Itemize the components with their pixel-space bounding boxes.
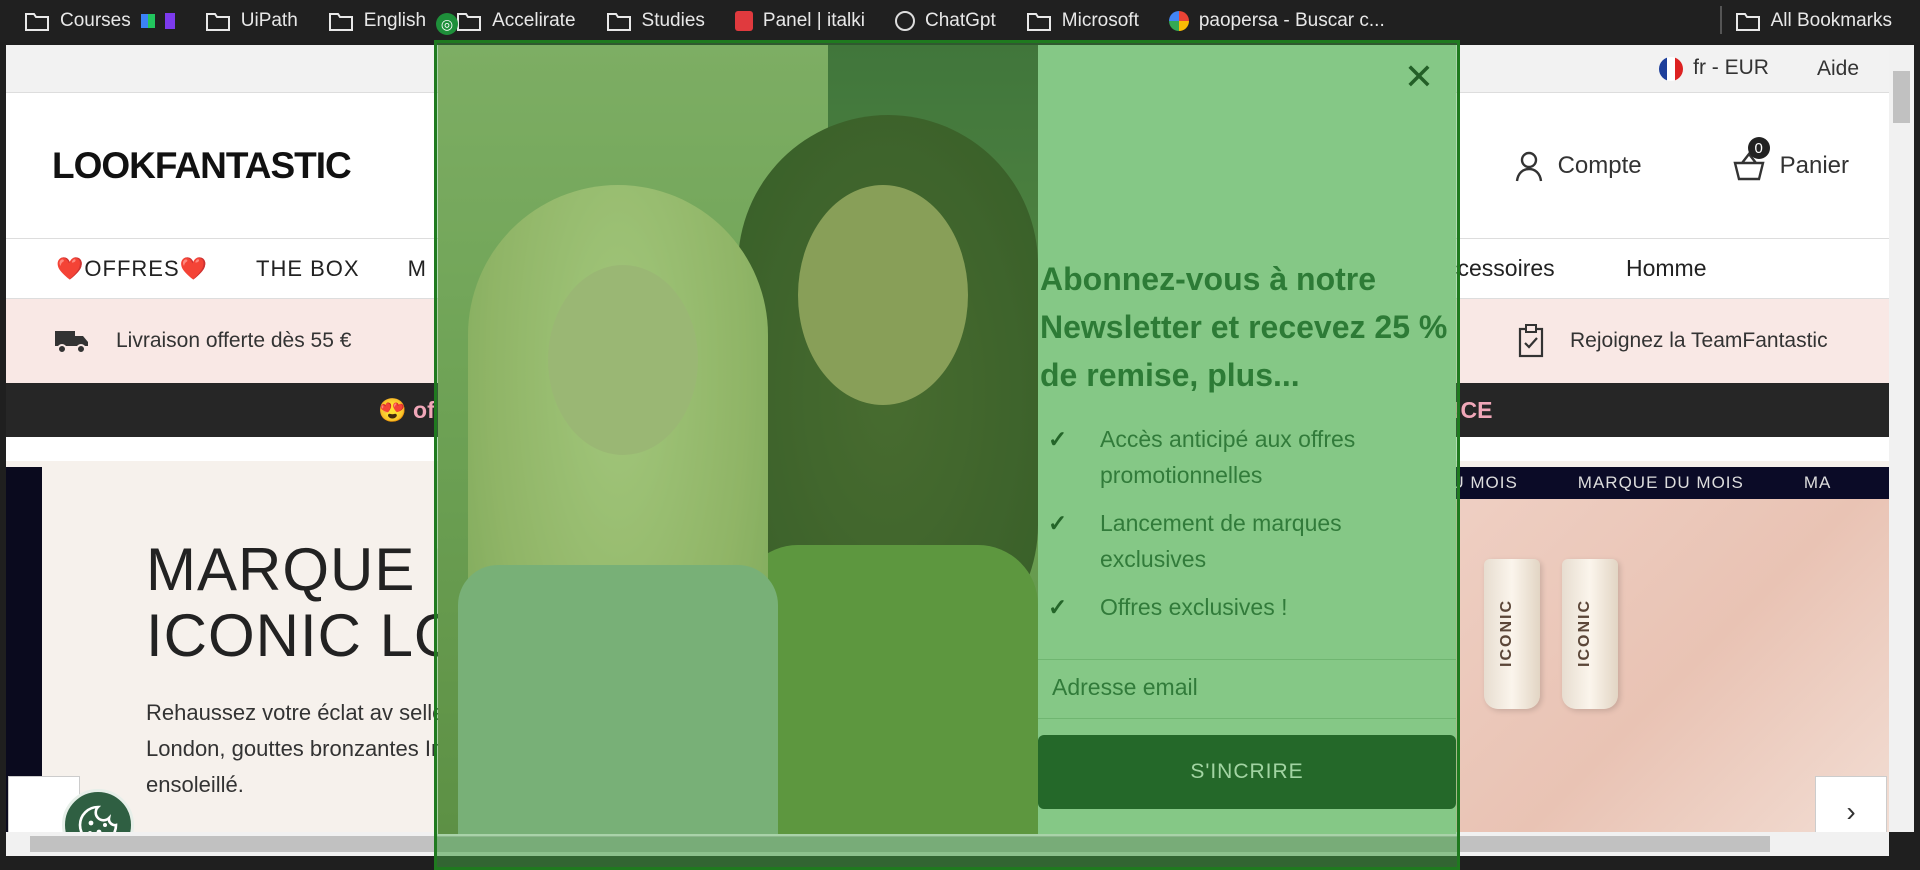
product-tube: ICONIC bbox=[1562, 559, 1618, 709]
bookmark-chatgpt[interactable]: ChatGpt bbox=[895, 10, 996, 32]
product-label: ICONIC bbox=[1498, 599, 1515, 667]
folder-icon bbox=[25, 13, 49, 31]
bookmarks-divider bbox=[1720, 6, 1722, 34]
hero-title: MARQUE D ICONIC LO bbox=[146, 537, 477, 669]
site-logo[interactable]: LOOKFANTASTIC bbox=[52, 145, 352, 187]
colorful-blocks-icon bbox=[140, 14, 155, 28]
bookmark-label: ChatGpt bbox=[925, 10, 996, 31]
account-label: Compte bbox=[1557, 152, 1642, 179]
ticker-item: MA bbox=[1803, 473, 1832, 492]
bookmark-italki[interactable]: Panel | italki bbox=[734, 10, 866, 32]
bookmark-google-search[interactable]: paopersa - Buscar c... bbox=[1168, 10, 1385, 32]
product-tube: ICONIC bbox=[1484, 559, 1540, 709]
delivery-text[interactable]: Livraison offerte dès 55 € bbox=[116, 329, 351, 353]
bookmark-courses[interactable]: Courses bbox=[24, 10, 175, 32]
bookmark-studies[interactable]: Studies bbox=[606, 10, 705, 32]
purple-block-icon bbox=[164, 13, 175, 29]
cookie-icon bbox=[78, 805, 118, 832]
france-flag-icon bbox=[1659, 56, 1684, 81]
user-icon bbox=[1515, 151, 1542, 182]
bookmark-label: Studies bbox=[641, 10, 705, 31]
hero-title-line2: ICONIC LO bbox=[146, 602, 462, 669]
all-bookmarks-label: All Bookmarks bbox=[1770, 10, 1892, 31]
join-team-label: Rejoignez la TeamFantastic bbox=[1570, 329, 1828, 352]
folder-icon bbox=[328, 13, 353, 31]
folder-icon bbox=[457, 13, 482, 31]
bookmark-accelirate[interactable]: Accelirate bbox=[456, 10, 576, 32]
delivery-truck-icon bbox=[55, 331, 88, 354]
bookmark-uipath[interactable]: UiPath bbox=[205, 10, 298, 32]
locale-label: fr - EUR bbox=[1693, 56, 1769, 80]
italki-icon bbox=[734, 11, 753, 31]
bookmark-label: paopersa - Buscar c... bbox=[1198, 10, 1385, 31]
banner-text-left: 😍 of bbox=[378, 397, 435, 423]
chevron-right-icon: › bbox=[1846, 796, 1856, 827]
folder-icon bbox=[606, 13, 631, 31]
bookmark-label: Panel | italki bbox=[762, 10, 866, 31]
join-team-link[interactable]: Rejoignez la TeamFantastic bbox=[1518, 324, 1828, 358]
bookmark-label: Accelirate bbox=[492, 10, 576, 31]
vertical-scrollbar[interactable] bbox=[1889, 45, 1914, 832]
overlay-bottom-band bbox=[437, 837, 1457, 867]
bookmark-label: UiPath bbox=[240, 10, 298, 31]
recorder-target-icon[interactable]: ◎ bbox=[436, 13, 458, 35]
cart-count-badge: 0 bbox=[1747, 137, 1770, 159]
clipboard-check-icon bbox=[1518, 324, 1544, 358]
vertical-scroll-thumb[interactable] bbox=[1893, 71, 1910, 123]
folder-icon bbox=[1026, 13, 1051, 31]
hero-title-line1: MARQUE D bbox=[146, 536, 478, 603]
element-highlight-overlay bbox=[434, 40, 1460, 870]
nav-the-box[interactable]: THE BOX bbox=[256, 256, 360, 282]
cart-label: Panier bbox=[1779, 152, 1849, 179]
account-link[interactable]: Compte bbox=[1514, 150, 1642, 182]
locale-selector[interactable]: fr - EUR bbox=[1659, 56, 1769, 81]
product-label: ICONIC bbox=[1576, 599, 1593, 667]
header-actions: Compte 0 Panier bbox=[1514, 93, 1849, 239]
carousel-next-button[interactable]: › bbox=[1815, 776, 1887, 832]
help-link[interactable]: Aide bbox=[1817, 57, 1859, 81]
nav-offers[interactable]: ❤️OFFRES❤️ bbox=[56, 256, 208, 282]
ticker-item: MARQUE DU MOIS bbox=[1577, 473, 1744, 492]
nav-accessories[interactable]: ccessoires bbox=[1446, 255, 1555, 282]
cart-link[interactable]: 0 Panier bbox=[1732, 137, 1849, 181]
nav-men[interactable]: Homme bbox=[1626, 255, 1707, 282]
brand-of-month-ticker: E DU MOIS MARQUE DU MOIS MA bbox=[1416, 467, 1889, 499]
all-bookmarks-button[interactable]: All Bookmarks bbox=[1735, 0, 1892, 42]
nav-partial-item[interactable]: M bbox=[408, 256, 427, 282]
bookmark-microsoft[interactable]: Microsoft bbox=[1026, 10, 1139, 32]
bookmarks-bar: Courses UiPath English Accelirate Studie… bbox=[0, 0, 1920, 42]
google-icon bbox=[1168, 11, 1189, 31]
chatgpt-icon bbox=[895, 11, 916, 31]
bookmark-label: Microsoft bbox=[1061, 10, 1139, 31]
folder-icon bbox=[205, 13, 230, 31]
bookmark-label: Courses bbox=[60, 10, 131, 31]
bookmark-label: English bbox=[363, 10, 427, 31]
folder-icon bbox=[1735, 13, 1760, 31]
bookmark-english[interactable]: English bbox=[328, 10, 426, 32]
